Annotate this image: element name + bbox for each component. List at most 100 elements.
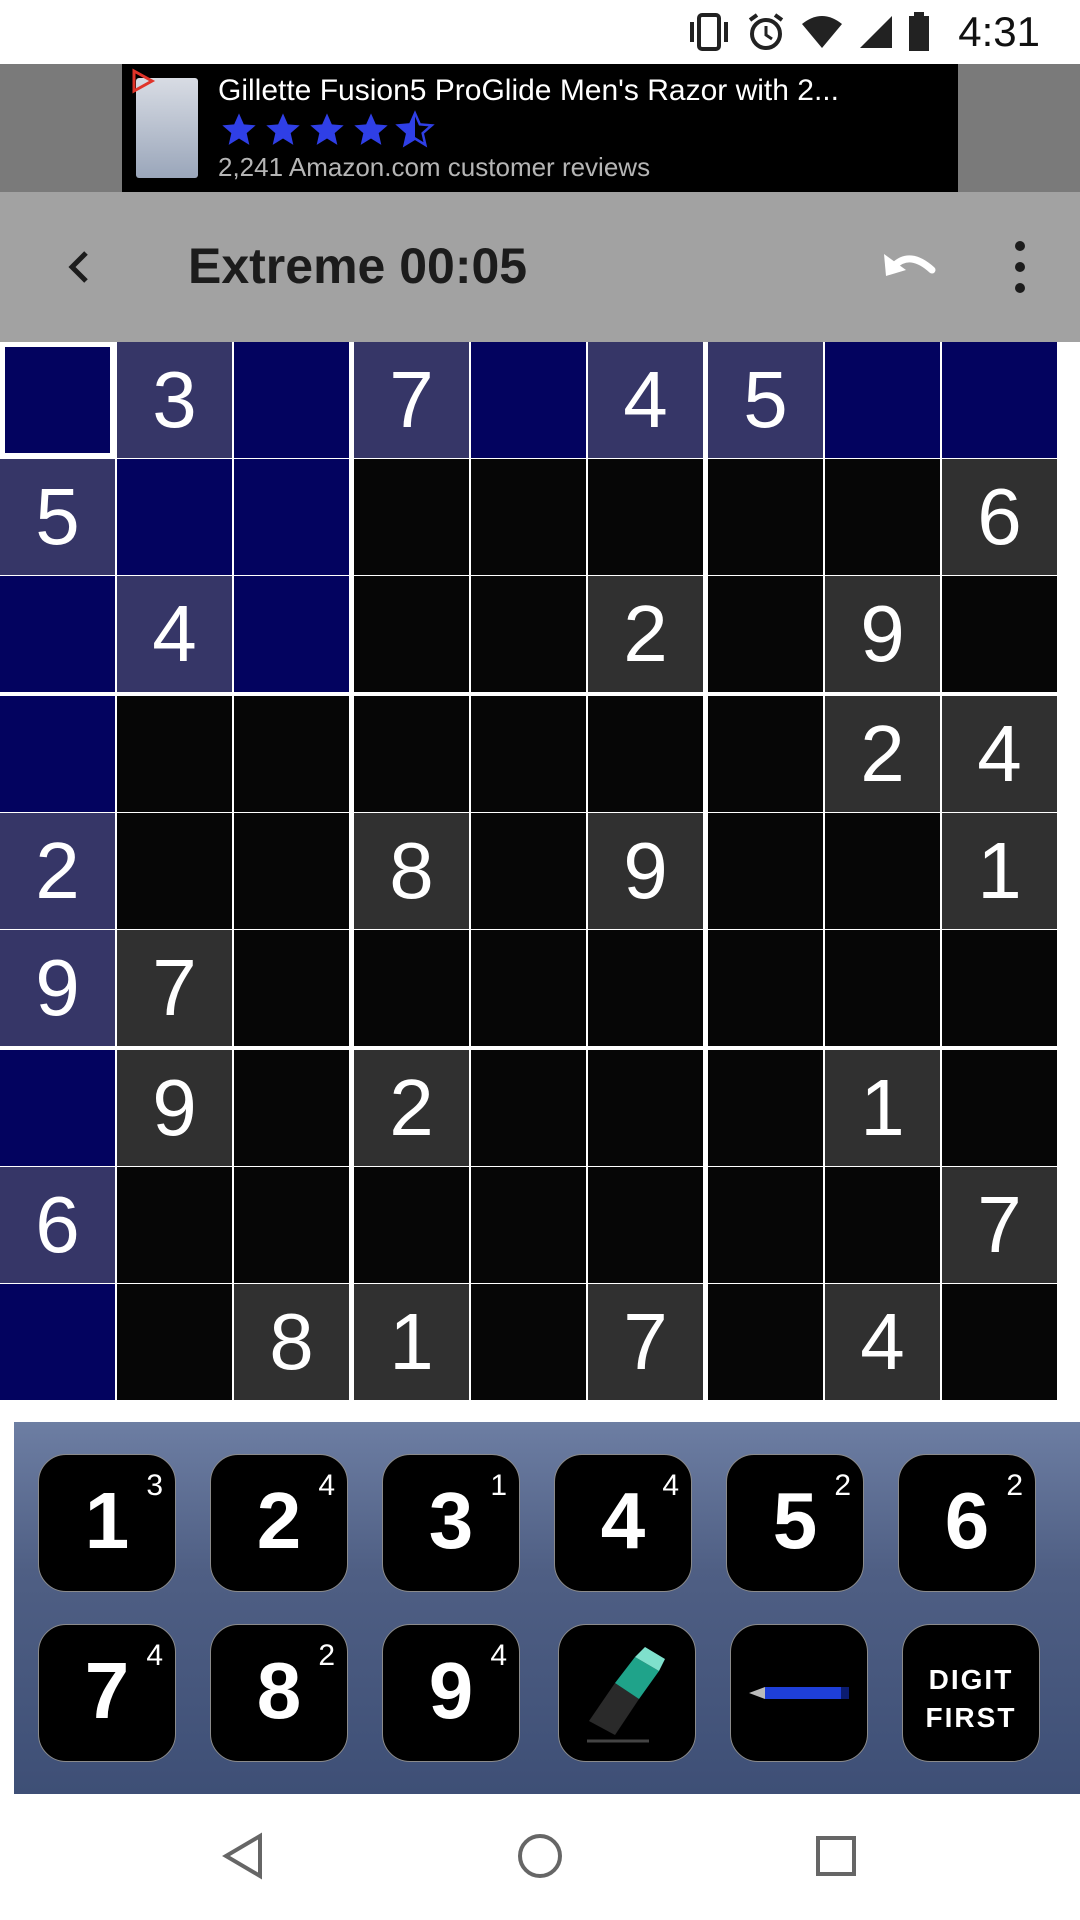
pencil-button[interactable] [730, 1624, 868, 1762]
digit-key-4[interactable]: 44 [554, 1454, 692, 1592]
sudoku-cell[interactable]: 3 [117, 342, 232, 458]
sudoku-cell[interactable]: 4 [588, 342, 703, 458]
sudoku-cell[interactable] [117, 813, 232, 929]
sudoku-cell[interactable] [708, 459, 823, 575]
sudoku-cell[interactable] [234, 1167, 349, 1283]
digit-key-9[interactable]: 94 [382, 1624, 520, 1762]
sudoku-cell[interactable] [234, 342, 349, 458]
nav-home-icon[interactable] [508, 1824, 572, 1888]
digit-key-8[interactable]: 82 [210, 1624, 348, 1762]
undo-icon[interactable] [878, 236, 942, 298]
sudoku-cell[interactable] [708, 576, 823, 692]
sudoku-cell[interactable]: 9 [0, 930, 115, 1046]
sudoku-cell[interactable] [471, 813, 586, 929]
sudoku-cell[interactable] [354, 696, 469, 812]
sudoku-cell[interactable]: 9 [588, 813, 703, 929]
digit-key-2[interactable]: 24 [210, 1454, 348, 1592]
sudoku-cell[interactable]: 2 [588, 576, 703, 692]
sudoku-cell[interactable] [354, 459, 469, 575]
sudoku-cell[interactable] [471, 459, 586, 575]
sudoku-cell[interactable]: 5 [708, 342, 823, 458]
sudoku-cell[interactable] [942, 342, 1057, 458]
sudoku-cell[interactable] [708, 1167, 823, 1283]
sudoku-cell[interactable] [234, 459, 349, 575]
sudoku-cell[interactable] [234, 576, 349, 692]
sudoku-cell[interactable] [825, 342, 940, 458]
sudoku-cell[interactable] [0, 342, 115, 458]
sudoku-cell[interactable] [825, 1167, 940, 1283]
digit-key-1[interactable]: 13 [38, 1454, 176, 1592]
sudoku-cell[interactable] [471, 930, 586, 1046]
sudoku-cell[interactable] [354, 576, 469, 692]
sudoku-cell[interactable]: 7 [354, 342, 469, 458]
sudoku-cell[interactable] [825, 930, 940, 1046]
sudoku-cell[interactable] [471, 1167, 586, 1283]
sudoku-cell[interactable] [471, 342, 586, 458]
sudoku-cell[interactable] [234, 930, 349, 1046]
digit-key-7[interactable]: 74 [38, 1624, 176, 1762]
sudoku-cell[interactable] [588, 930, 703, 1046]
sudoku-cell[interactable]: 1 [942, 813, 1057, 929]
sudoku-cell[interactable] [942, 1050, 1057, 1166]
sudoku-cell[interactable] [708, 813, 823, 929]
sudoku-cell[interactable] [588, 1050, 703, 1166]
sudoku-cell[interactable] [117, 1284, 232, 1400]
sudoku-cell[interactable] [354, 930, 469, 1046]
ad-choices-icon[interactable] [130, 68, 156, 94]
eraser-button[interactable] [558, 1624, 696, 1762]
sudoku-cell[interactable] [588, 1167, 703, 1283]
sudoku-cell[interactable] [942, 930, 1057, 1046]
sudoku-cell[interactable]: 7 [588, 1284, 703, 1400]
sudoku-cell[interactable] [354, 1167, 469, 1283]
sudoku-cell[interactable] [117, 696, 232, 812]
sudoku-cell[interactable]: 9 [825, 576, 940, 692]
sudoku-cell[interactable]: 7 [117, 930, 232, 1046]
sudoku-cell[interactable]: 2 [354, 1050, 469, 1166]
sudoku-cell[interactable]: 2 [825, 696, 940, 812]
sudoku-cell[interactable]: 5 [0, 459, 115, 575]
sudoku-cell[interactable]: 1 [825, 1050, 940, 1166]
sudoku-cell[interactable] [471, 696, 586, 812]
sudoku-cell[interactable] [0, 576, 115, 692]
sudoku-cell[interactable] [0, 696, 115, 812]
digit-first-mode-button[interactable]: DIGIT FIRST [902, 1624, 1040, 1762]
sudoku-cell[interactable] [471, 1050, 586, 1166]
sudoku-cell[interactable] [708, 1050, 823, 1166]
digit-key-5[interactable]: 52 [726, 1454, 864, 1592]
back-arrow-icon[interactable] [48, 237, 108, 297]
sudoku-cell[interactable] [471, 1284, 586, 1400]
sudoku-cell[interactable] [708, 930, 823, 1046]
sudoku-cell[interactable] [708, 696, 823, 812]
sudoku-cell[interactable] [0, 1284, 115, 1400]
sudoku-cell[interactable]: 6 [0, 1167, 115, 1283]
sudoku-cell[interactable] [0, 1050, 115, 1166]
sudoku-cell[interactable] [234, 1050, 349, 1166]
sudoku-cell[interactable] [117, 1167, 232, 1283]
sudoku-cell[interactable]: 4 [825, 1284, 940, 1400]
sudoku-cell[interactable] [825, 459, 940, 575]
sudoku-cell[interactable] [588, 459, 703, 575]
sudoku-cell[interactable] [708, 1284, 823, 1400]
sudoku-cell[interactable] [234, 813, 349, 929]
sudoku-cell[interactable]: 6 [942, 459, 1057, 575]
digit-key-3[interactable]: 31 [382, 1454, 520, 1592]
ad-banner[interactable]: Gillette Fusion5 ProGlide Men's Razor wi… [122, 64, 958, 192]
sudoku-cell[interactable] [825, 813, 940, 929]
sudoku-cell[interactable]: 7 [942, 1167, 1057, 1283]
sudoku-cell[interactable]: 8 [354, 813, 469, 929]
sudoku-cell[interactable]: 9 [117, 1050, 232, 1166]
digit-key-6[interactable]: 62 [898, 1454, 1036, 1592]
nav-back-icon[interactable] [212, 1824, 276, 1888]
sudoku-cell[interactable] [471, 576, 586, 692]
sudoku-cell[interactable]: 4 [117, 576, 232, 692]
sudoku-cell[interactable]: 1 [354, 1284, 469, 1400]
sudoku-cell[interactable] [234, 696, 349, 812]
more-options-icon[interactable] [1000, 236, 1040, 298]
sudoku-cell[interactable] [588, 696, 703, 812]
sudoku-cell[interactable] [942, 576, 1057, 692]
sudoku-cell[interactable]: 8 [234, 1284, 349, 1400]
sudoku-cell[interactable]: 4 [942, 696, 1057, 812]
sudoku-cell[interactable] [942, 1284, 1057, 1400]
sudoku-cell[interactable]: 2 [0, 813, 115, 929]
nav-recents-icon[interactable] [804, 1824, 868, 1888]
